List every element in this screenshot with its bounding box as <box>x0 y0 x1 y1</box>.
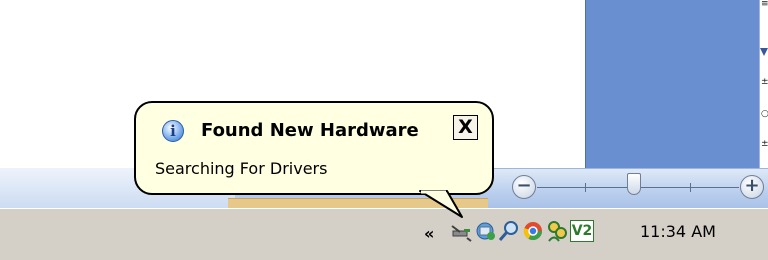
zoom-out-button[interactable]: − <box>512 175 536 199</box>
scroll-circle-icon: ○ <box>761 109 768 119</box>
close-button[interactable]: X <box>453 115 478 140</box>
zoom-tick <box>585 183 586 192</box>
network-icon[interactable] <box>474 220 496 242</box>
clock[interactable]: 11:34 AM <box>640 222 716 241</box>
search-icon[interactable] <box>498 220 520 242</box>
zoom-tick <box>690 183 691 192</box>
scroll-down-arrow-icon[interactable] <box>760 48 768 56</box>
v2-label: V2 <box>571 223 593 239</box>
zoom-slider-thumb[interactable] <box>627 173 641 195</box>
notification-balloon[interactable] <box>134 101 494 195</box>
info-icon: i <box>162 120 184 142</box>
tray-expand-button[interactable]: « <box>424 224 434 243</box>
hardware-plug-icon[interactable] <box>450 220 472 242</box>
scroll-down-icon: ± <box>761 139 768 149</box>
zoom-out-icon: − <box>516 175 532 196</box>
chrome-icon[interactable] <box>522 220 544 242</box>
users-icon[interactable] <box>546 220 568 242</box>
notification-message: Searching For Drivers <box>155 159 328 178</box>
scroll-up-icon: ± <box>761 77 768 87</box>
scroll-mark-icon: ≡ <box>761 0 768 9</box>
notification-title: Found New Hardware <box>201 120 419 141</box>
zoom-in-icon: + <box>744 175 760 196</box>
v2-icon[interactable]: V2 <box>570 220 594 242</box>
background-window <box>585 0 768 170</box>
zoom-in-button[interactable]: + <box>740 175 764 199</box>
